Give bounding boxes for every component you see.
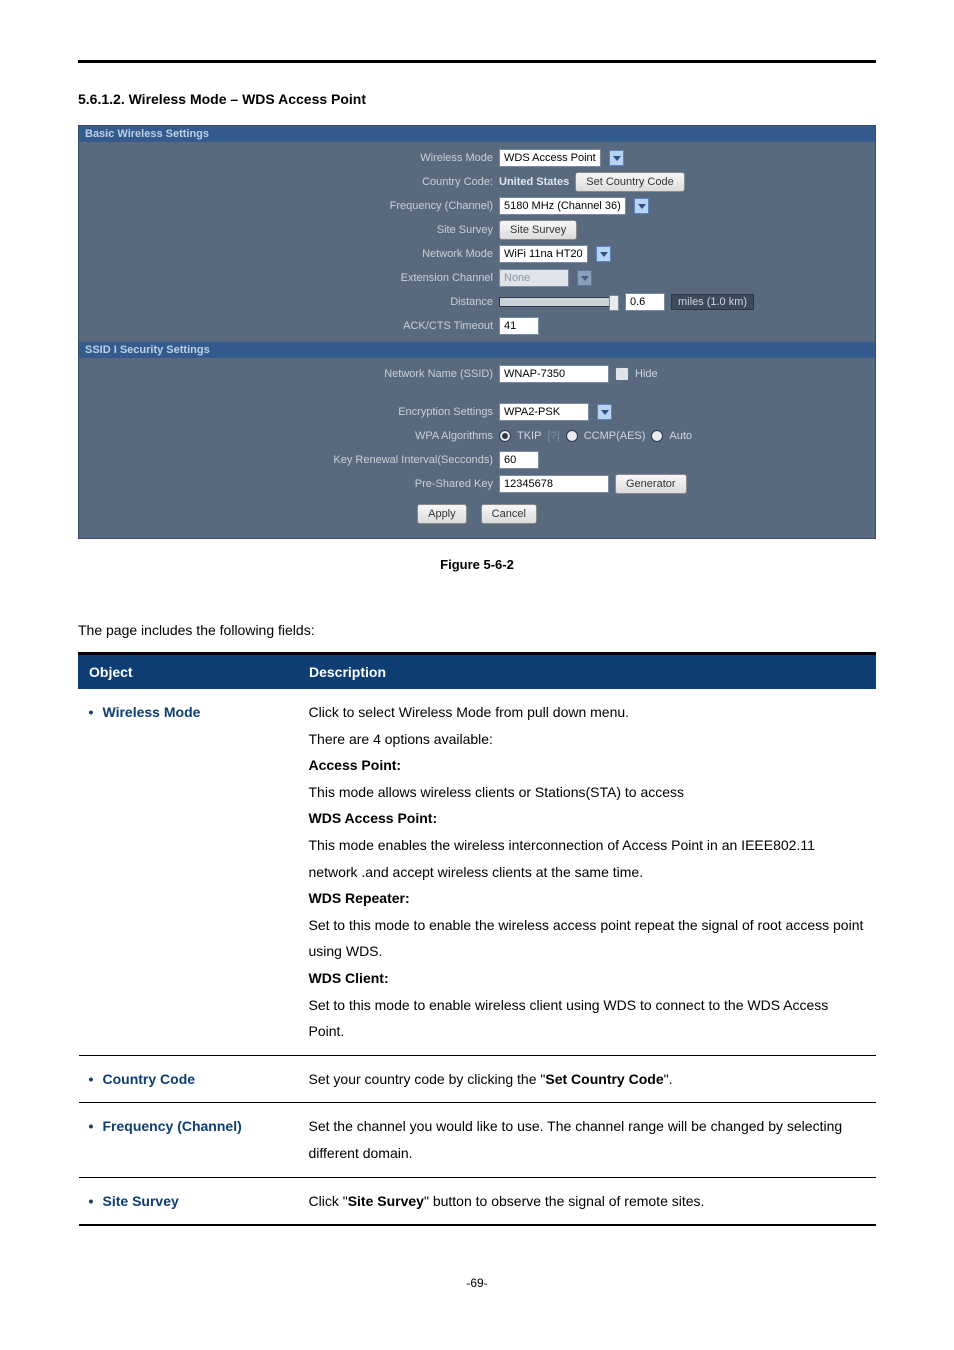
section-title: Wireless Mode – WDS Access Point — [129, 91, 366, 107]
figure-caption: Figure 5-6-2 — [78, 557, 876, 572]
chevron-down-icon — [577, 270, 592, 286]
col-description: Description — [299, 656, 876, 689]
hide-ssid-label: Hide — [635, 368, 658, 380]
cancel-button[interactable]: Cancel — [481, 504, 537, 524]
wpa-ccmp-label: CCMP(AES) — [584, 430, 646, 442]
label-wpa-algorithms: WPA Algorithms — [79, 430, 499, 442]
label-ssid: Network Name (SSID) — [79, 368, 499, 380]
ssid-input[interactable]: WNAP-7350 — [499, 365, 609, 383]
wpa-auto-label: Auto — [669, 430, 692, 442]
wireless-mode-select[interactable]: WDS Access Point — [499, 149, 601, 167]
chevron-down-icon[interactable] — [597, 404, 612, 420]
wpa-auto-radio[interactable] — [651, 430, 663, 442]
help-icon[interactable]: [?] — [547, 430, 559, 442]
distance-slider[interactable] — [499, 297, 619, 307]
fields-table: Object Description •Wireless ModeClick t… — [78, 655, 876, 1226]
apply-button[interactable]: Apply — [417, 504, 467, 524]
label-key-renewal: Key Renewal Interval(Secconds) — [79, 454, 499, 466]
label-ack-timeout: ACK/CTS Timeout — [79, 320, 499, 332]
label-psk: Pre-Shared Key — [79, 478, 499, 490]
panel-ssid-title: SSID I Security Settings — [79, 342, 875, 358]
object-cell: •Wireless Mode — [79, 689, 299, 1056]
wpa-tkip-label: TKIP — [517, 430, 541, 442]
chevron-down-icon[interactable] — [609, 150, 624, 166]
description-cell: Set the channel you would like to use. T… — [299, 1103, 876, 1177]
wpa-ccmp-radio[interactable] — [566, 430, 578, 442]
label-wireless-mode: Wireless Mode — [79, 152, 499, 164]
label-encryption: Encryption Settings — [79, 406, 499, 418]
col-object: Object — [79, 656, 299, 689]
network-mode-select[interactable]: WiFi 11na HT20 — [499, 245, 588, 263]
generator-button[interactable]: Generator — [615, 474, 687, 494]
chevron-down-icon[interactable] — [634, 198, 649, 214]
wpa-tkip-radio[interactable] — [499, 430, 511, 442]
label-site-survey: Site Survey — [79, 224, 499, 236]
key-renewal-input[interactable]: 60 — [499, 451, 539, 469]
distance-unit: miles (1.0 km) — [671, 294, 754, 310]
ack-timeout-input[interactable]: 41 — [499, 317, 539, 335]
hide-ssid-checkbox[interactable] — [615, 367, 629, 381]
label-country-code: Country Code: — [79, 176, 499, 188]
description-cell: Set your country code by clicking the "S… — [299, 1055, 876, 1103]
label-network-mode: Network Mode — [79, 248, 499, 260]
extension-channel-select: None — [499, 269, 569, 287]
label-distance: Distance — [79, 296, 499, 308]
panel-basic-title: Basic Wireless Settings — [79, 126, 875, 142]
object-cell: •Frequency (Channel) — [79, 1103, 299, 1177]
distance-input[interactable]: 0.6 — [625, 293, 665, 311]
set-country-code-button[interactable]: Set Country Code — [575, 172, 684, 192]
object-cell: •Site Survey — [79, 1177, 299, 1225]
description-cell: Click "Site Survey" button to observe th… — [299, 1177, 876, 1225]
object-cell: •Country Code — [79, 1055, 299, 1103]
description-cell: Click to select Wireless Mode from pull … — [299, 689, 876, 1056]
frequency-select[interactable]: 5180 MHz (Channel 36) — [499, 197, 626, 215]
section-number: 5.6.1.2. — [78, 91, 125, 107]
psk-input[interactable]: 12345678 — [499, 475, 609, 493]
page-number: -69- — [78, 1276, 876, 1290]
site-survey-button[interactable]: Site Survey — [499, 220, 577, 240]
chevron-down-icon[interactable] — [596, 246, 611, 262]
label-extension-channel: Extension Channel — [79, 272, 499, 284]
label-frequency: Frequency (Channel) — [79, 200, 499, 212]
country-code-value: United States — [499, 176, 569, 188]
settings-screenshot: Basic Wireless Settings Wireless Mode WD… — [78, 125, 876, 539]
encryption-select[interactable]: WPA2-PSK — [499, 403, 589, 421]
intro-text: The page includes the following fields: — [78, 622, 876, 638]
